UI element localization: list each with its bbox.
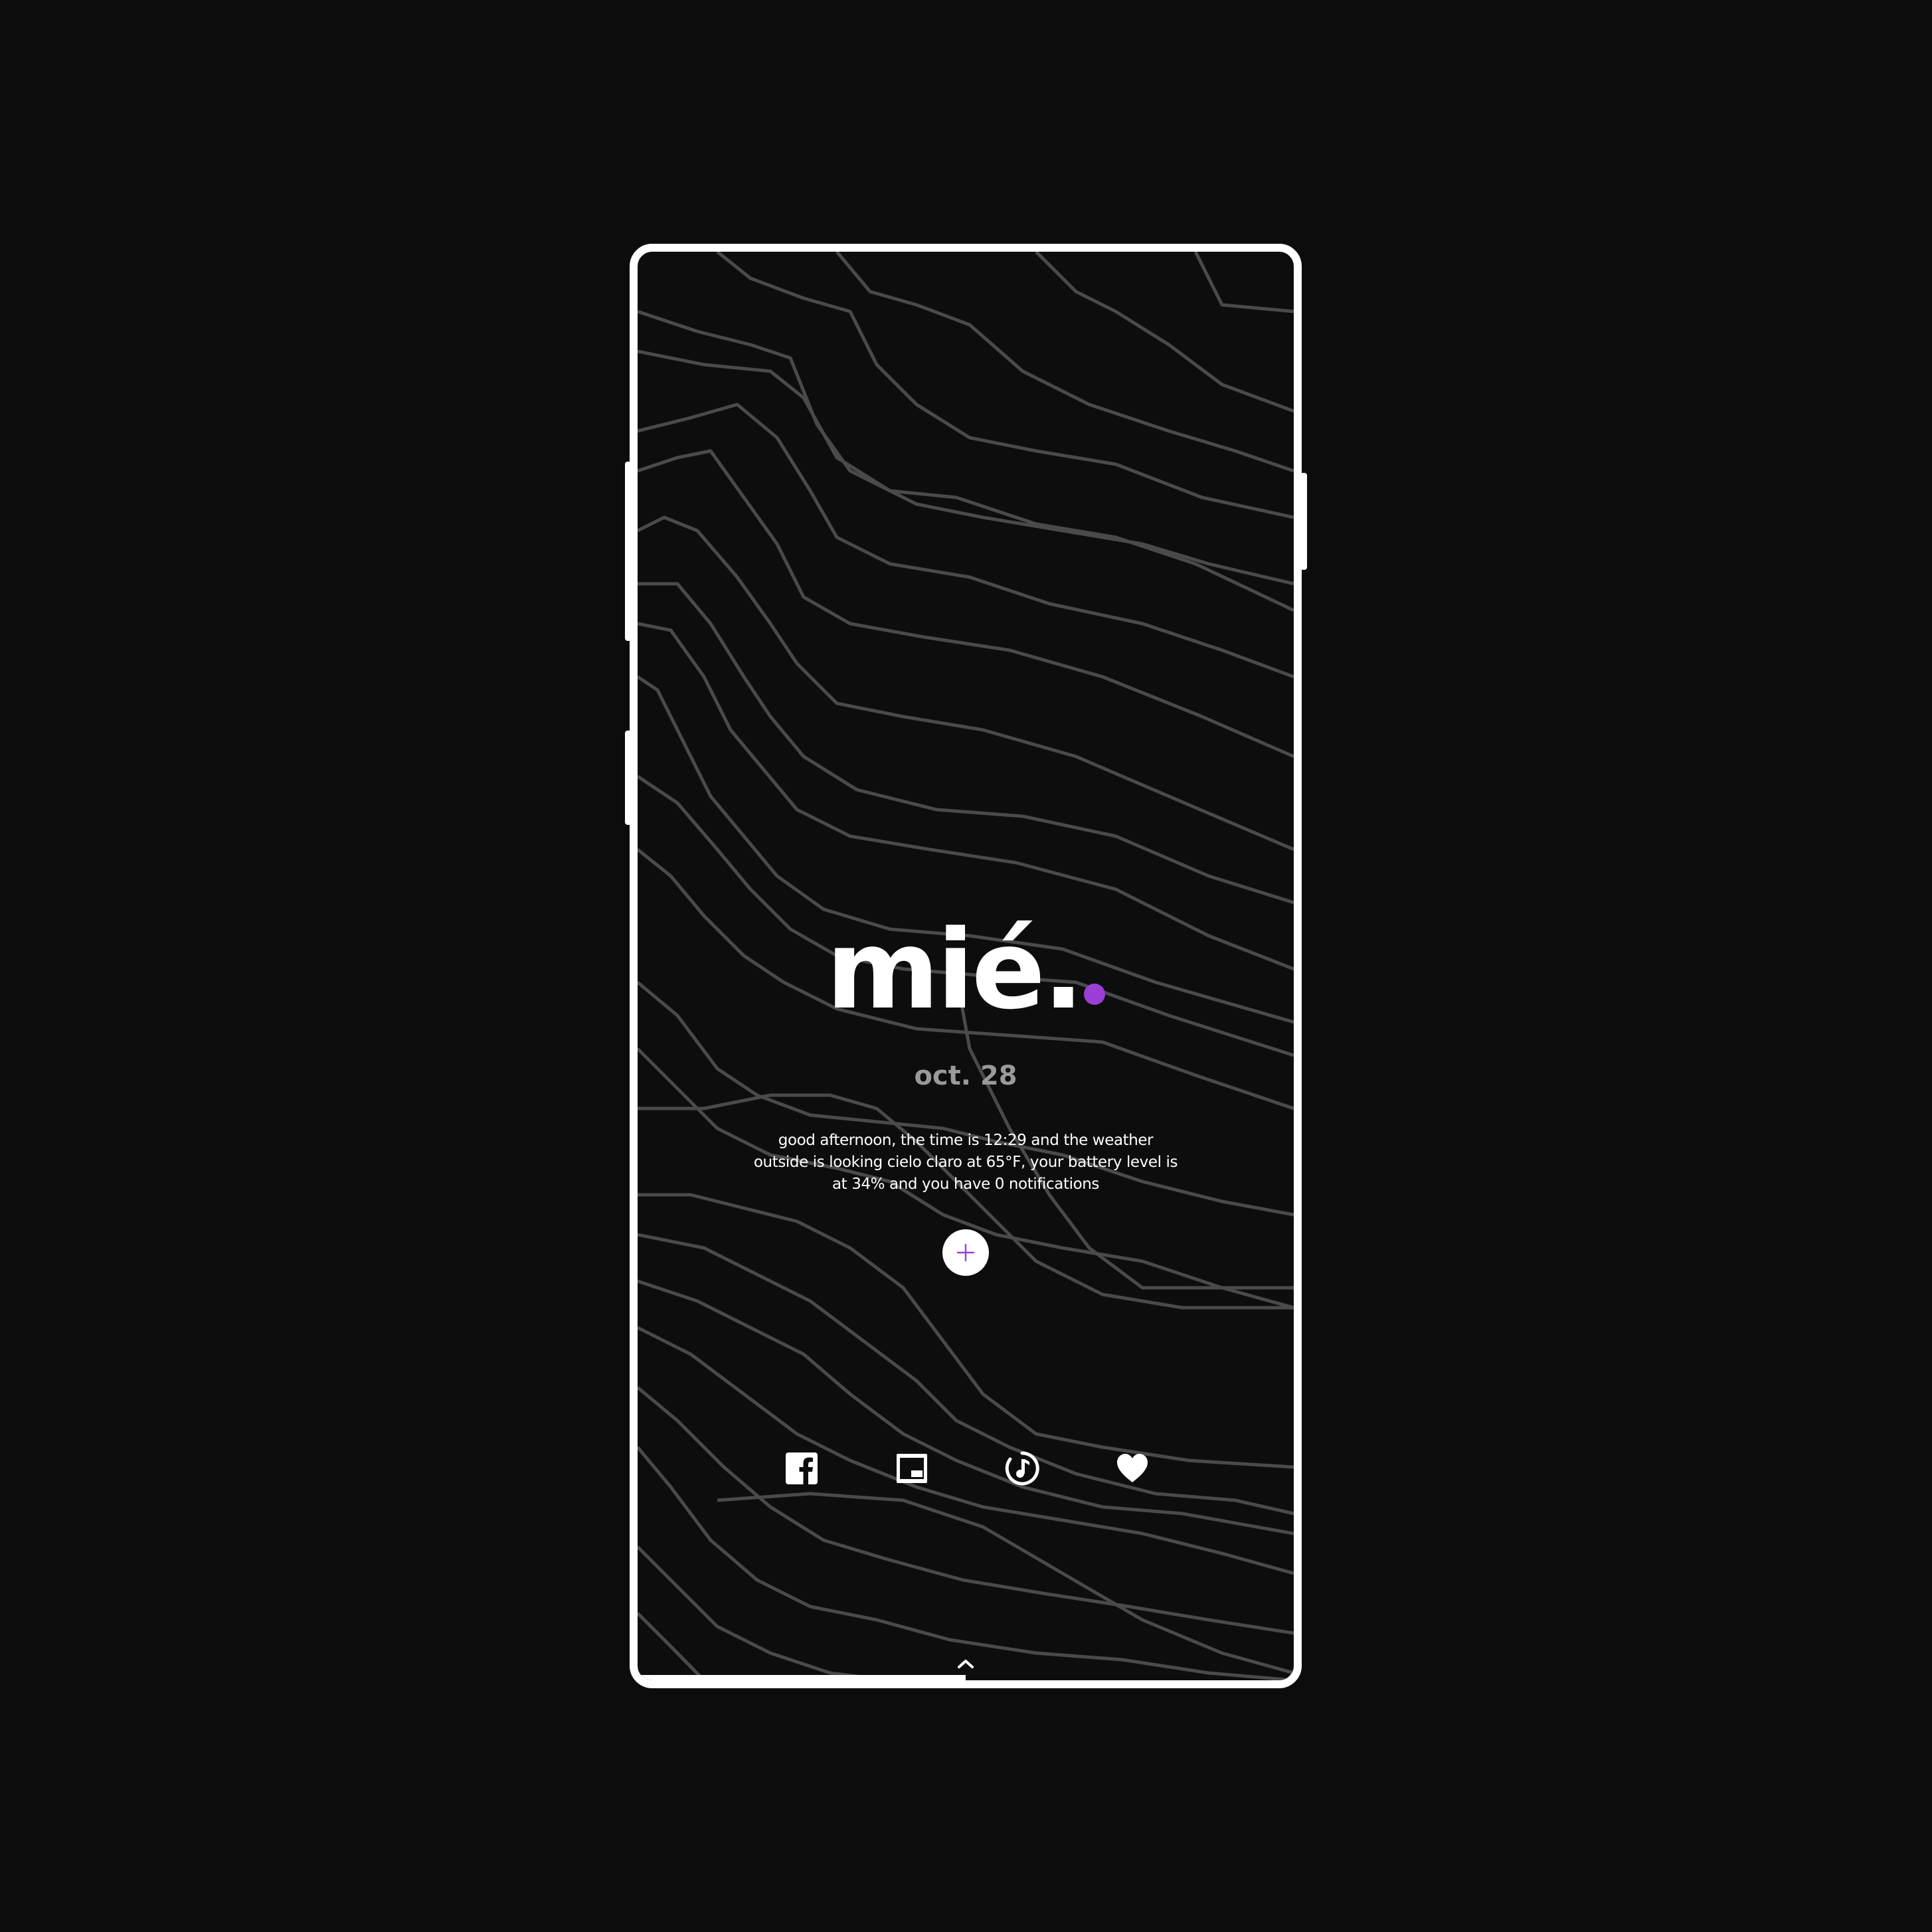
music-icon bbox=[1005, 1451, 1039, 1486]
app-dock bbox=[638, 1450, 1294, 1490]
tv-app-button[interactable] bbox=[893, 1450, 930, 1487]
lockscreen-content: mié. oct. 28 good afternoon, the time is… bbox=[638, 252, 1294, 1680]
facebook-icon bbox=[786, 1452, 818, 1484]
accent-dot bbox=[1084, 984, 1106, 1005]
chevron-up-icon[interactable] bbox=[952, 1655, 979, 1671]
status-summary-text: good afternoon, the time is 12:29 and th… bbox=[753, 1132, 1178, 1193]
day-label: mié. bbox=[638, 916, 1294, 1025]
health-app-button[interactable] bbox=[1114, 1450, 1151, 1487]
add-button[interactable] bbox=[942, 1229, 989, 1276]
phone-frame: mié. oct. 28 good afternoon, the time is… bbox=[630, 244, 1302, 1688]
home-indicator bbox=[638, 1675, 966, 1680]
date-label: oct. 28 bbox=[914, 1061, 1017, 1091]
music-app-button[interactable] bbox=[1004, 1450, 1041, 1487]
heart-icon bbox=[1117, 1454, 1148, 1482]
plus-icon bbox=[956, 1243, 975, 1262]
facebook-app-button[interactable] bbox=[783, 1450, 820, 1487]
tv-icon bbox=[897, 1454, 927, 1483]
